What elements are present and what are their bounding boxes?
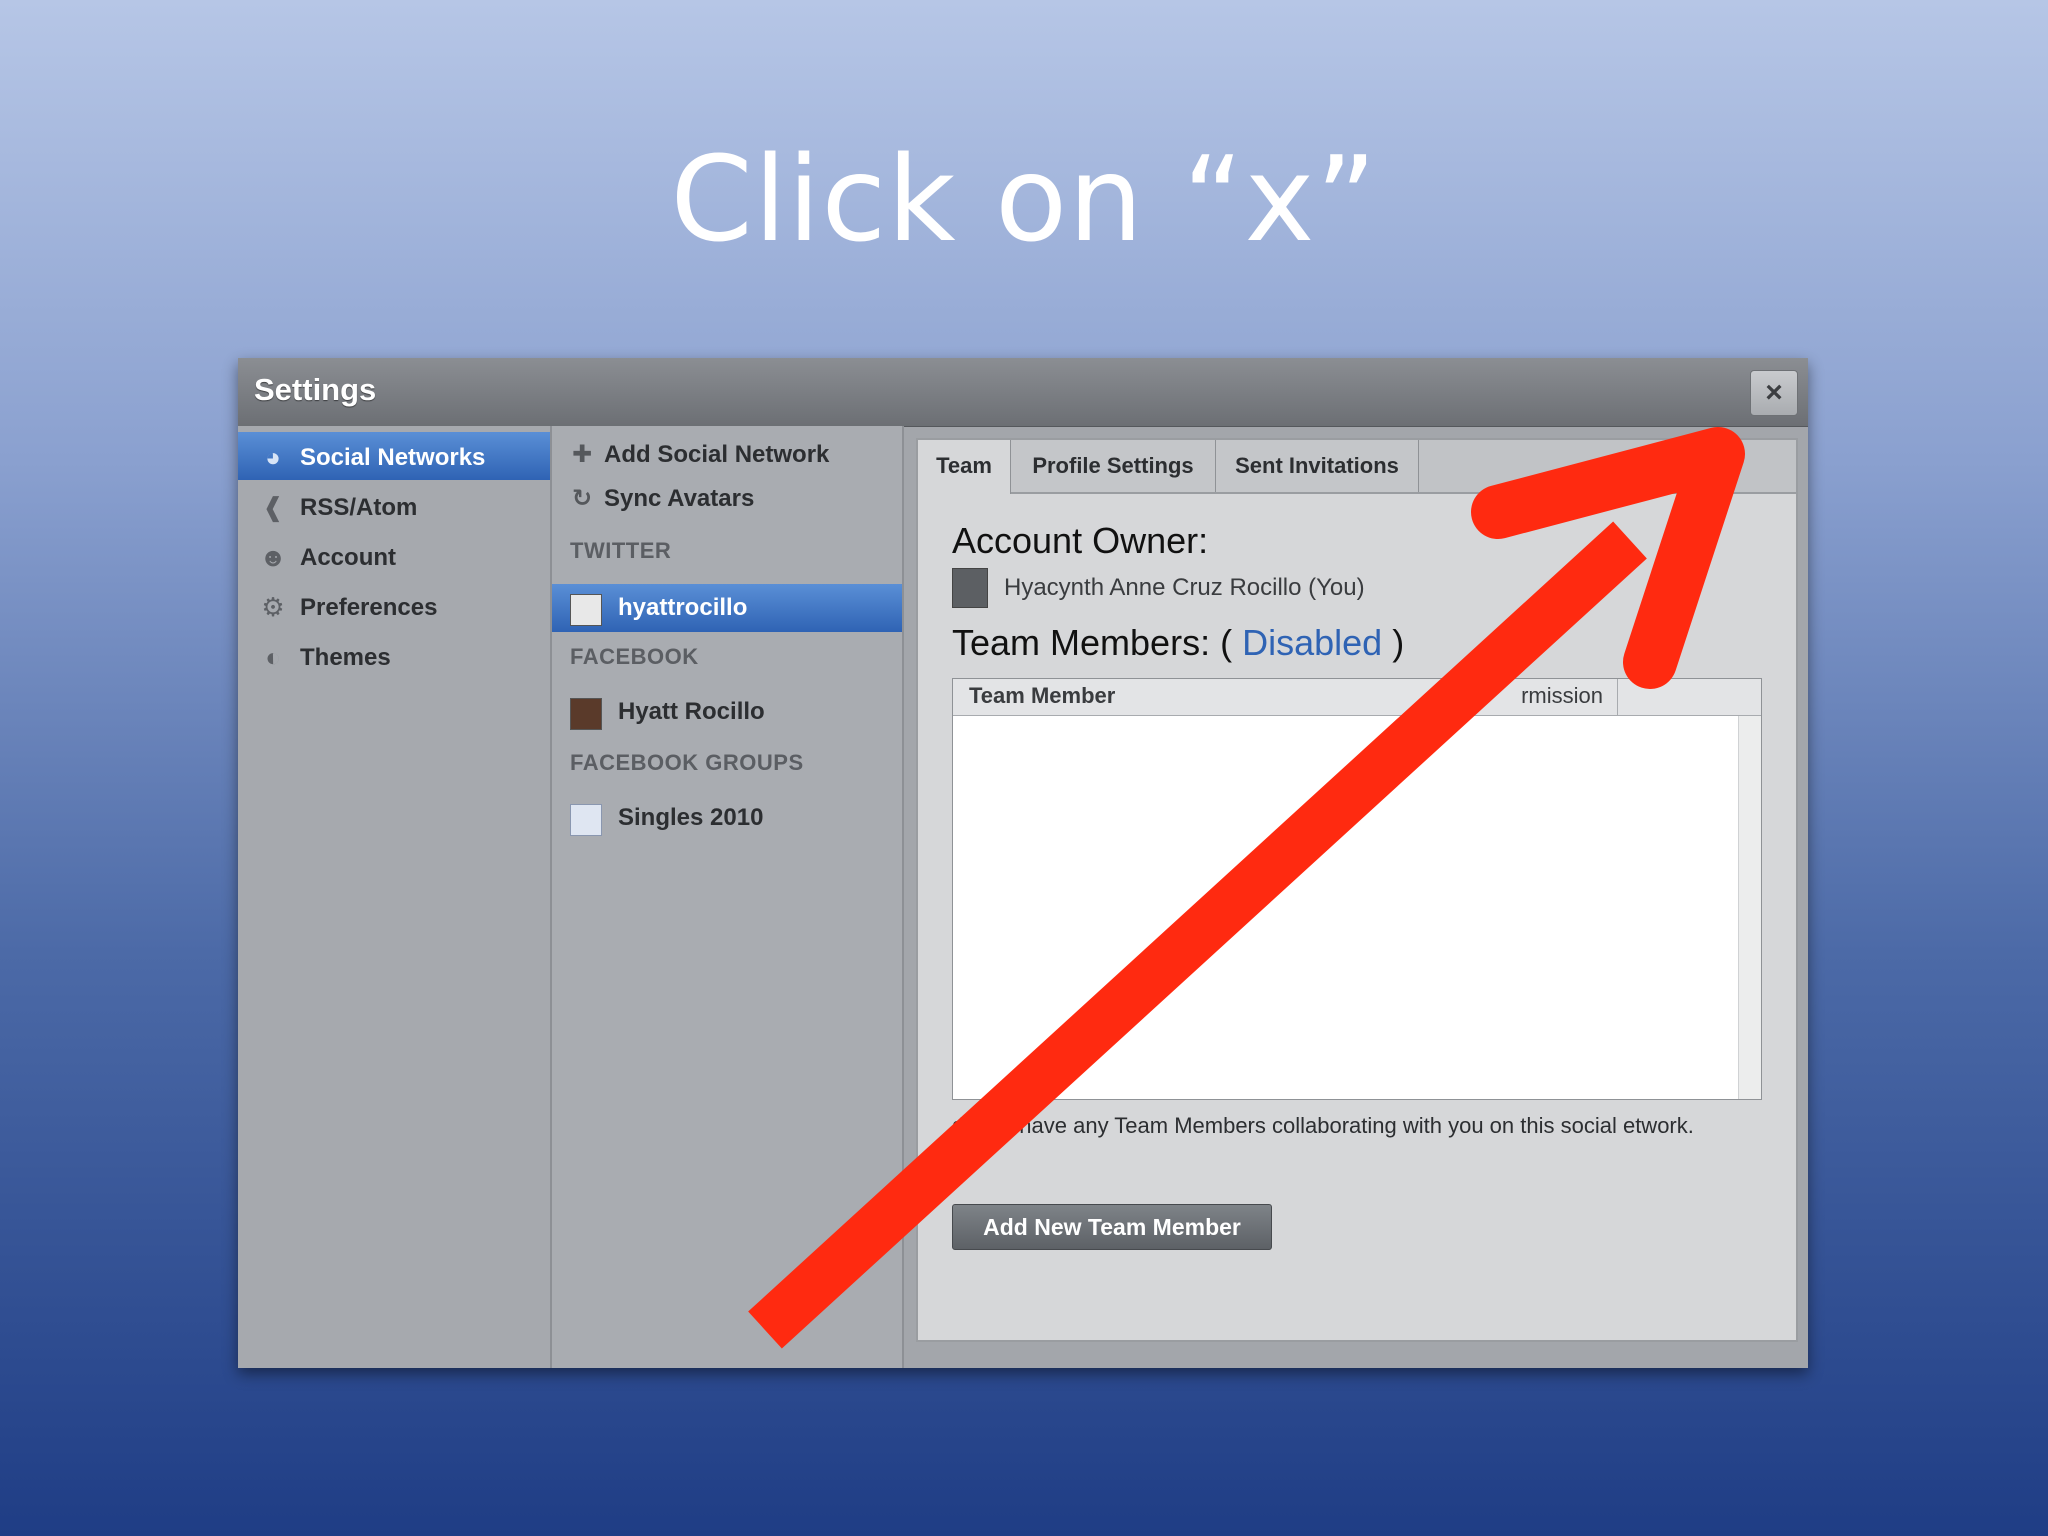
team-members-label: Team Members: ( — [952, 622, 1233, 663]
title-bar: Settings × — [238, 358, 1808, 427]
column-team-member[interactable]: Team Member — [969, 683, 1115, 709]
account-label: hyattrocillo — [618, 594, 748, 621]
nav-item-label: Themes — [300, 644, 391, 671]
nav-item-label: Account — [300, 544, 396, 571]
table-scrollbar[interactable] — [1738, 716, 1761, 1099]
tab-profile-settings[interactable]: Profile Settings — [1011, 440, 1216, 492]
column-divider — [1617, 679, 1618, 715]
settings-window: Settings × ◕ Social Networks ❰ RSS/Atom … — [238, 358, 1808, 1368]
nav-item-label: RSS/Atom — [300, 494, 418, 521]
facebook-group-item[interactable]: Singles 2010 — [552, 794, 902, 842]
account-label: Singles 2010 — [618, 804, 764, 831]
avatar — [570, 594, 602, 626]
rss-icon: ❰ — [262, 492, 284, 522]
nav-item-label: Social Networks — [300, 444, 486, 471]
tab-sent-invitations[interactable]: Sent Invitations — [1216, 440, 1419, 492]
account-owner-name: Hyacynth Anne Cruz Rocillo (You) — [1004, 574, 1365, 601]
tab-team[interactable]: Team — [918, 440, 1011, 494]
plus-icon: ✚ — [572, 441, 593, 468]
account-owner-heading: Account Owner: — [952, 520, 1209, 561]
window-title: Settings — [254, 372, 377, 407]
table-header: Team Member rmission — [953, 679, 1761, 716]
team-members-heading: Team Members: ( Disabled ) — [952, 622, 1404, 664]
settings-nav: ◕ Social Networks ❰ RSS/Atom ☻ Account ⚙… — [238, 426, 552, 1368]
empty-team-note: do not have any Team Members collaborati… — [952, 1113, 1694, 1138]
twitter-account-item[interactable]: hyattrocillo — [552, 584, 902, 632]
account-label: Hyatt Rocillo — [618, 698, 765, 725]
nav-item-label: Preferences — [300, 594, 438, 621]
sync-avatars-label: Sync Avatars — [604, 485, 755, 512]
team-members-table: Team Member rmission — [952, 678, 1762, 1100]
column-permission[interactable]: rmission — [1433, 683, 1603, 709]
nav-item-preferences[interactable]: ⚙ Preferences — [238, 582, 550, 630]
nav-item-social-networks[interactable]: ◕ Social Networks — [238, 432, 550, 480]
sync-avatars-button[interactable]: ↻ Sync Avatars — [572, 484, 754, 513]
add-social-network-button[interactable]: ✚ Add Social Network — [572, 440, 829, 469]
group-icon — [570, 804, 602, 836]
add-new-team-member-button[interactable]: Add New Team Member — [952, 1204, 1272, 1250]
user-icon: ☻ — [259, 542, 287, 572]
tab-bar: Team Profile Settings Sent Invitations — [918, 440, 1796, 494]
refresh-icon: ↻ — [572, 485, 593, 512]
nav-item-themes[interactable]: ◐ Themes — [238, 632, 550, 680]
facebook-account-item[interactable]: Hyatt Rocillo — [552, 688, 902, 736]
close-button[interactable]: × — [1750, 370, 1798, 416]
networks-panel: ✚ Add Social Network ↻ Sync Avatars TWITTE… — [552, 426, 904, 1368]
avatar — [952, 568, 988, 608]
palette-icon: ◐ — [265, 642, 281, 672]
facebook-groups-section-header: FACEBOOK GROUPS — [570, 750, 804, 775]
team-members-paren: ) — [1392, 622, 1405, 663]
team-members-status-link[interactable]: Disabled — [1242, 622, 1382, 663]
avatar — [570, 698, 602, 730]
facebook-section-header: FACEBOOK — [570, 644, 699, 669]
nav-item-account[interactable]: ☻ Account — [238, 532, 550, 580]
twitter-section-header: TWITTER — [570, 538, 672, 563]
gear-icon: ⚙ — [261, 592, 285, 622]
team-panel: Team Profile Settings Sent Invitations A… — [916, 438, 1798, 1342]
nav-item-rss-atom[interactable]: ❰ RSS/Atom — [238, 482, 550, 530]
globe-icon: ◕ — [265, 442, 281, 472]
add-social-network-label: Add Social Network — [604, 441, 830, 468]
slide-title: Click on “x” — [670, 130, 1378, 268]
